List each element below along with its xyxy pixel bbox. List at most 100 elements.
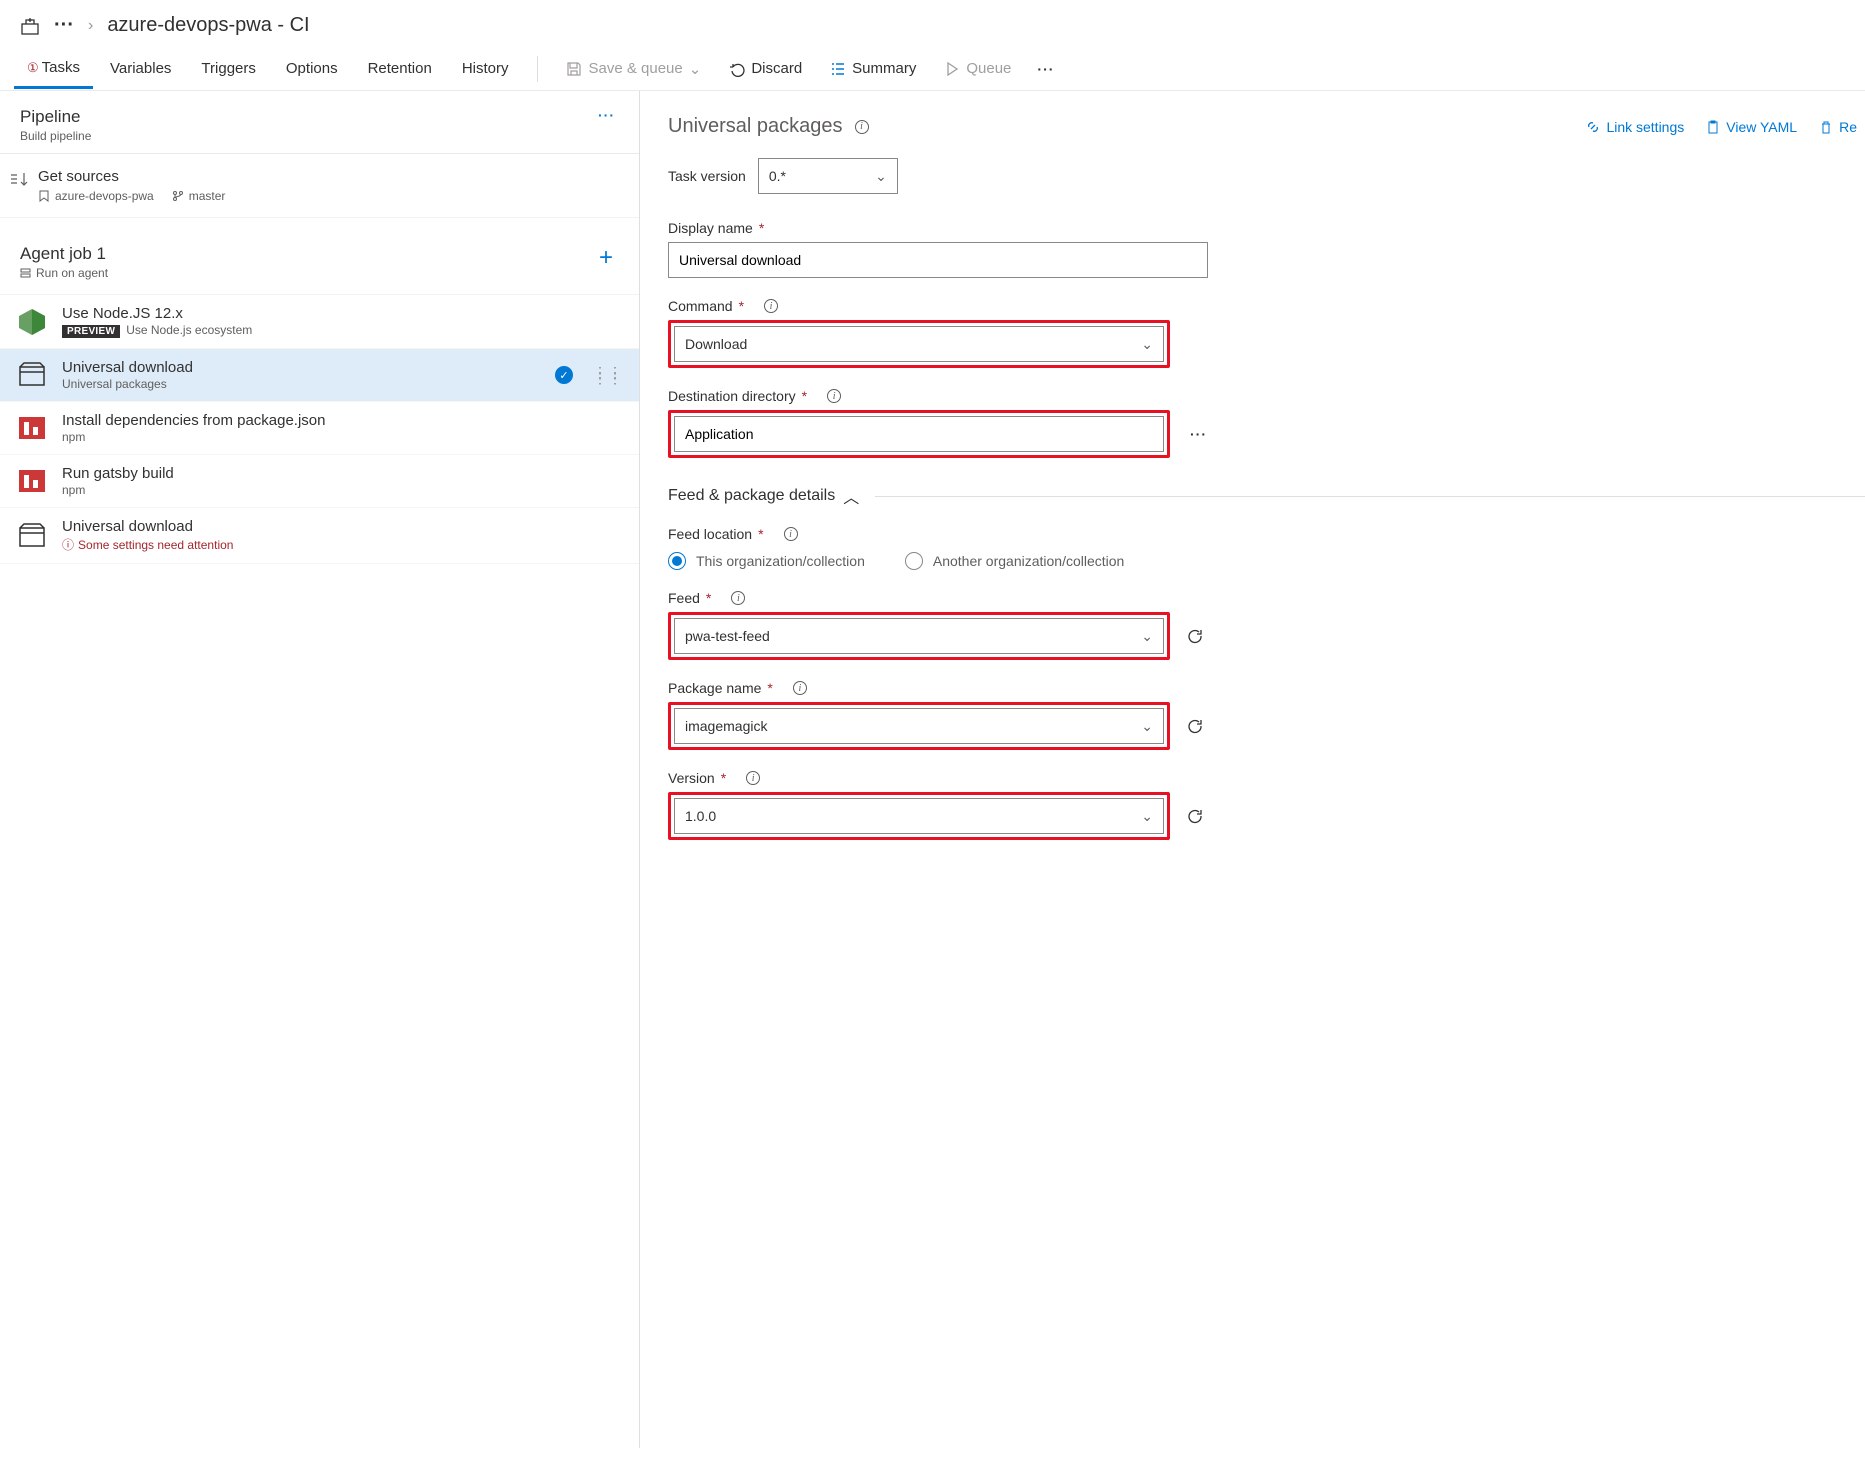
list-icon bbox=[830, 61, 846, 77]
check-icon: ✓ bbox=[555, 366, 573, 384]
info-icon[interactable]: i bbox=[764, 299, 778, 313]
task-version-select[interactable]: 0.* ⌄ bbox=[758, 158, 898, 194]
feed-loc-radio-this-org[interactable]: This organization/collection bbox=[668, 552, 865, 570]
grip-icon[interactable]: ⋮⋮⋮⋮ bbox=[593, 369, 623, 381]
package-icon bbox=[16, 359, 48, 391]
chevron-down-icon: ⌄ bbox=[1141, 808, 1153, 825]
task-details-panel: Universal packages i Link settings View … bbox=[640, 91, 1865, 1448]
npm-icon bbox=[16, 412, 48, 444]
get-sources[interactable]: Get sources azure-devops-pwa master bbox=[0, 154, 639, 218]
agent-job[interactable]: Agent job 1 Run on agent + bbox=[0, 230, 639, 295]
dest-dir-input[interactable] bbox=[674, 416, 1164, 452]
trash-icon bbox=[1819, 120, 1833, 134]
link-settings[interactable]: Link settings bbox=[1586, 119, 1684, 135]
tab-options[interactable]: Options bbox=[273, 50, 351, 87]
tab-variables[interactable]: Variables bbox=[97, 50, 184, 87]
error-icon: ⓘ bbox=[62, 536, 74, 553]
task-node-use-node[interactable]: Use Node.JS 12.x PREVIEWUse Node.js ecos… bbox=[0, 295, 639, 349]
pipeline-title: Pipeline bbox=[20, 107, 91, 127]
summary-button[interactable]: Summary bbox=[818, 52, 928, 85]
pipeline-more[interactable]: ··· bbox=[594, 107, 619, 123]
save-queue-button[interactable]: Save & queue ⌄ bbox=[554, 52, 713, 86]
task-title: Install dependencies from package.json bbox=[62, 412, 623, 429]
feed-label: Feed bbox=[668, 590, 700, 606]
required-mark: * bbox=[706, 590, 711, 606]
tab-triggers[interactable]: Triggers bbox=[188, 50, 268, 87]
toolbar-overflow[interactable]: ··· bbox=[1027, 55, 1064, 83]
tab-history[interactable]: History bbox=[449, 50, 522, 87]
highlight-box: Download ⌄ bbox=[668, 320, 1170, 368]
required-mark: * bbox=[739, 298, 744, 314]
feed-select[interactable]: pwa-test-feed ⌄ bbox=[674, 618, 1164, 654]
panel-title: Universal packages bbox=[668, 115, 843, 138]
required-mark: * bbox=[721, 770, 726, 786]
chevron-up-icon[interactable]: ︿ bbox=[843, 484, 859, 508]
link-icon bbox=[1586, 120, 1600, 134]
highlight-box: 1.0.0 ⌄ bbox=[668, 792, 1170, 840]
required-mark: * bbox=[767, 680, 772, 696]
refresh-icon[interactable] bbox=[1186, 807, 1204, 825]
repo-icon bbox=[38, 190, 50, 202]
repo-name: azure-devops-pwa bbox=[38, 189, 154, 203]
discard-label: Discard bbox=[751, 60, 802, 77]
tab-retention[interactable]: Retention bbox=[355, 50, 445, 87]
required-mark: * bbox=[758, 526, 763, 542]
task-node-universal-download[interactable]: Universal download Universal packages ✓ … bbox=[0, 349, 639, 402]
version-label: Version bbox=[668, 770, 715, 786]
breadcrumb-overflow[interactable]: ··· bbox=[54, 14, 74, 37]
task-title: Use Node.JS 12.x bbox=[62, 305, 623, 322]
chevron-down-icon: ⌄ bbox=[1141, 628, 1153, 645]
tab-tasks[interactable]: ①Tasks bbox=[14, 49, 93, 89]
queue-button[interactable]: Queue bbox=[932, 52, 1023, 85]
task-title: Universal download bbox=[62, 518, 623, 535]
version-select[interactable]: 1.0.0 ⌄ bbox=[674, 798, 1164, 834]
feed-loc-radio-other-org[interactable]: Another organization/collection bbox=[905, 552, 1124, 570]
remove-link[interactable]: Re bbox=[1819, 119, 1857, 135]
section-feed-details[interactable]: Feed & package details bbox=[668, 487, 835, 505]
pipeline-header[interactable]: Pipeline Build pipeline ··· bbox=[0, 91, 639, 154]
required-mark: * bbox=[759, 220, 764, 236]
radio-icon bbox=[668, 552, 686, 570]
add-task-button[interactable]: + bbox=[593, 244, 619, 272]
agent-job-subtitle: Run on agent bbox=[20, 266, 108, 280]
chevron-right-icon: › bbox=[88, 17, 93, 35]
task-node-install-deps[interactable]: Install dependencies from package.json n… bbox=[0, 402, 639, 455]
package-icon bbox=[16, 520, 48, 552]
highlight-box bbox=[668, 410, 1170, 458]
warning-icon: ① bbox=[27, 60, 39, 75]
refresh-icon[interactable] bbox=[1186, 627, 1204, 645]
package-label: Package name bbox=[668, 680, 761, 696]
pipeline-subtitle: Build pipeline bbox=[20, 129, 91, 143]
npm-icon bbox=[16, 465, 48, 497]
queue-label: Queue bbox=[966, 60, 1011, 77]
refresh-icon[interactable] bbox=[1186, 717, 1204, 735]
info-icon[interactable]: i bbox=[793, 681, 807, 695]
info-icon[interactable]: i bbox=[746, 771, 760, 785]
info-icon[interactable]: i bbox=[784, 527, 798, 541]
chevron-down-icon: ⌄ bbox=[1141, 718, 1153, 735]
highlight-box: pwa-test-feed ⌄ bbox=[668, 612, 1170, 660]
view-yaml[interactable]: View YAML bbox=[1706, 119, 1797, 135]
save-icon bbox=[566, 61, 582, 77]
task-subtitle: Universal packages bbox=[62, 377, 541, 391]
info-icon[interactable]: i bbox=[827, 389, 841, 403]
display-name-input[interactable] bbox=[668, 242, 1208, 278]
summary-label: Summary bbox=[852, 60, 916, 77]
browse-button[interactable]: ··· bbox=[1186, 418, 1211, 450]
task-node-gatsby-build[interactable]: Run gatsby build npm bbox=[0, 455, 639, 508]
pipeline-tree: Pipeline Build pipeline ··· Get sources … bbox=[0, 91, 640, 1448]
package-select[interactable]: imagemagick ⌄ bbox=[674, 708, 1164, 744]
radio-icon bbox=[905, 552, 923, 570]
info-icon[interactable]: i bbox=[855, 120, 869, 134]
chevron-down-icon: ⌄ bbox=[689, 60, 702, 78]
server-icon bbox=[20, 268, 31, 279]
play-icon bbox=[944, 61, 960, 77]
discard-button[interactable]: Discard bbox=[717, 52, 814, 85]
branch-icon bbox=[172, 190, 184, 202]
info-icon[interactable]: i bbox=[731, 591, 745, 605]
task-node-universal-download-2[interactable]: Universal download ⓘSome settings need a… bbox=[0, 508, 639, 564]
get-sources-title: Get sources bbox=[38, 168, 225, 185]
task-title: Universal download bbox=[62, 359, 541, 376]
command-select[interactable]: Download ⌄ bbox=[674, 326, 1164, 362]
undo-icon bbox=[729, 61, 745, 77]
